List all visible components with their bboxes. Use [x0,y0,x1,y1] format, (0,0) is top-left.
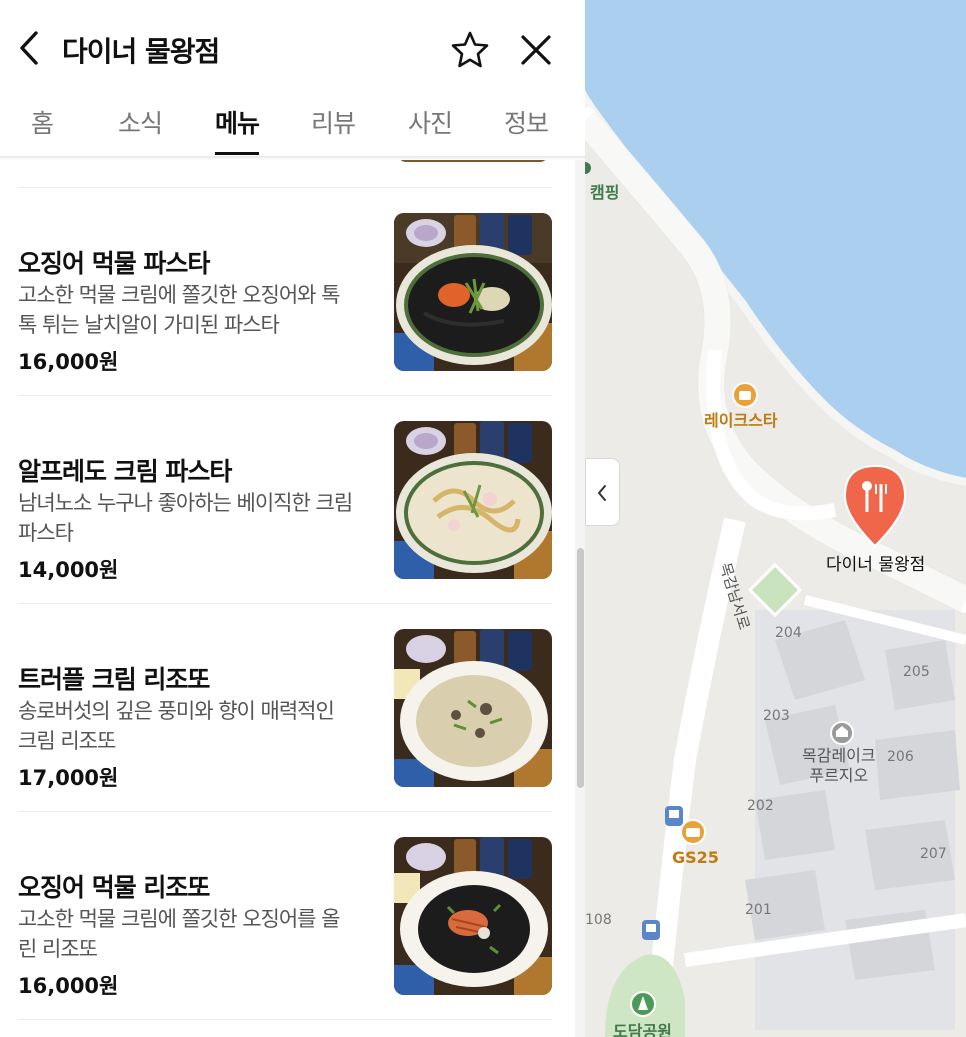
price-unit: 원 [99,558,119,582]
building-number: 203 [763,708,790,724]
price-unit: 원 [99,766,119,790]
back-button[interactable] [12,28,48,68]
poi-label-lakestar[interactable]: 레이크스타 [704,407,778,431]
panel-header: 다이너 물왕점 [0,0,585,100]
price-value: 14,000 [18,558,100,582]
menu-item-price: 16,000원 [18,970,118,1000]
squid-ink-risotto-photo [394,837,552,995]
description-line: 남녀노소 누구나 좋아하는 베이직한 크림 [18,491,353,515]
menu-item-description: 송로버섯의 깊은 풍미와 향이 매력적인 크림 리조또 [18,696,366,756]
tab-info[interactable]: 정보 [504,104,549,140]
building-number: 205 [903,664,930,680]
scrollbar-thumb[interactable] [577,548,584,788]
menu-item[interactable]: 오징어 먹물 리조또 고소한 먹물 크림에 쫄깃한 오징어를 올 린 리조또 1… [0,812,575,1019]
menu-item-price: 16,000원 [18,346,118,376]
building-number: 206 [887,749,914,765]
alfredo-pasta-photo [394,421,552,579]
place-detail-panel: 다이너 물왕점 홈 소식 메뉴 리뷰 사진 정보 오징어 먹물 파스타 고소한 … [0,0,585,1037]
squid-ink-pasta-photo [394,213,552,371]
menu-item-description: 남녀노소 누구나 좋아하는 베이직한 크림 파스타 [18,488,366,548]
description-line: 크림 리조또 [18,729,116,753]
close-icon [521,35,551,65]
star-icon [451,31,489,68]
menu-item-name: 오징어 먹물 리조또 [18,873,210,902]
menu-item-photo[interactable] [394,629,552,787]
tab-news[interactable]: 소식 [118,104,163,140]
menu-item-name: 오징어 먹물 파스타 [18,249,210,278]
truffle-risotto-photo [394,629,552,787]
price-value: 17,000 [18,766,100,790]
description-line: 송로버섯의 깊은 풍미와 향이 매력적인 [18,699,335,723]
active-tab-indicator [215,152,259,155]
menu-item[interactable]: 오징어 먹물 파스타 고소한 먹물 크림에 쫄깃한 오징어와 톡 톡 튀는 날치… [0,188,575,395]
menu-item-name: 트러플 크림 리조또 [18,665,210,694]
map-view[interactable]: 캠핑 레이크스타 다이너 물왕점 목감남서로 목감레이크 푸르지오 GS25 도… [585,0,966,1037]
poi-label-camping[interactable]: 캠핑 [590,179,619,203]
menu-item-price: 17,000원 [18,762,118,792]
menu-item-description: 고소한 먹물 크림에 쫄깃한 오징어와 톡 톡 튀는 날치알이 가미된 파스타 [18,280,366,340]
menu-item-photo[interactable] [394,837,552,995]
menu-item-price: 14,000원 [18,554,118,584]
price-unit: 원 [99,350,119,374]
building-number: 201 [745,902,772,918]
building-number: 207 [920,846,947,862]
tab-menu[interactable]: 메뉴 [215,104,260,140]
divider [18,1019,552,1020]
tab-home[interactable]: 홈 [31,104,54,140]
close-button[interactable] [516,30,556,70]
menu-item[interactable]: 트러플 크림 리조또 송로버섯의 깊은 풍미와 향이 매력적인 크림 리조또 1… [0,604,575,811]
menu-item-photo[interactable] [394,421,552,579]
favorite-button[interactable] [450,30,490,70]
price-unit: 원 [99,974,119,998]
menu-item-description: 고소한 먹물 크림에 쫄깃한 오징어를 올 린 리조또 [18,904,366,964]
previous-item-thumbnail [398,160,548,162]
tab-photos[interactable]: 사진 [408,104,453,140]
menu-list: 오징어 먹물 파스타 고소한 먹물 크림에 쫄깃한 오징어와 톡 톡 튀는 날치… [0,160,575,1037]
collapse-panel-button[interactable] [585,458,620,526]
poi-label-restaurant[interactable]: 다이너 물왕점 [826,550,925,575]
description-line: 고소한 먹물 크림에 쫄깃한 오징어를 올 [18,907,341,931]
tab-reviews[interactable]: 리뷰 [311,104,356,140]
chevron-left-icon [598,485,606,501]
poi-label-apartment[interactable]: 목감레이크 푸르지오 [802,746,876,786]
tab-bar: 홈 소식 메뉴 리뷰 사진 정보 [0,100,585,156]
map-canvas [585,0,966,1037]
page-title: 다이너 물왕점 [62,35,220,68]
poi-label-park[interactable]: 도담공원 [613,1018,672,1037]
apartment-name-line: 목감레이크 [802,746,876,765]
poi-label-gs25[interactable]: GS25 [672,848,719,867]
building-number: 204 [775,625,802,641]
apartment-name-line: 푸르지오 [809,766,869,785]
description-line: 린 리조또 [18,937,98,961]
description-line: 고소한 먹물 크림에 쫄깃한 오징어와 톡 [18,283,341,307]
menu-item-name: 알프레도 크림 파스타 [18,457,232,486]
description-line: 파스타 [18,521,74,545]
chevron-left-icon [20,31,38,65]
menu-item-photo[interactable] [394,213,552,371]
price-value: 16,000 [18,974,100,998]
building-number: 108 [585,912,612,928]
price-value: 16,000 [18,350,100,374]
menu-item[interactable]: 알프레도 크림 파스타 남녀노소 누구나 좋아하는 베이직한 크림 파스타 14… [0,396,575,603]
description-line: 톡 튀는 날치알이 가미된 파스타 [18,313,280,337]
building-number: 202 [747,798,774,814]
